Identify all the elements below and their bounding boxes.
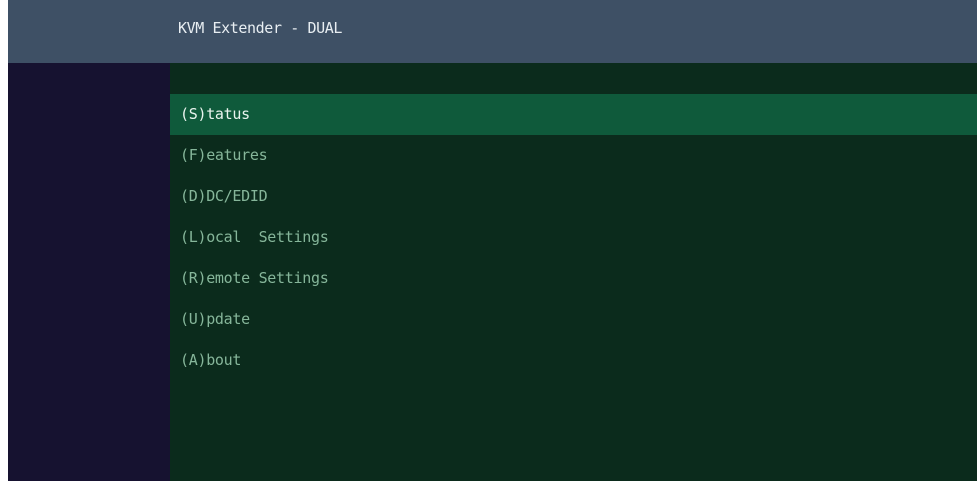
- menu-item-remote-settings[interactable]: (R)emote Settings: [170, 258, 977, 299]
- main-menu: (S)tatus (F)eatures (D)DC/EDID (L)ocal S…: [170, 94, 977, 381]
- menu-item-local-settings[interactable]: (L)ocal Settings: [170, 217, 977, 258]
- menu-item-ddc-edid[interactable]: (D)DC/EDID: [170, 176, 977, 217]
- sidebar-panel: [8, 63, 170, 481]
- window-title: KVM Extender - DUAL: [178, 19, 342, 37]
- kvm-osd-screen: KVM Extender - DUAL (S)tatus (F)eatures …: [8, 0, 977, 481]
- main-panel: (S)tatus (F)eatures (D)DC/EDID (L)ocal S…: [170, 63, 977, 481]
- menu-item-features[interactable]: (F)eatures: [170, 135, 977, 176]
- menu-item-update[interactable]: (U)pdate: [170, 299, 977, 340]
- menu-item-about[interactable]: (A)bout: [170, 340, 977, 381]
- header-bar: KVM Extender - DUAL: [8, 0, 977, 63]
- menu-item-status[interactable]: (S)tatus: [170, 94, 977, 135]
